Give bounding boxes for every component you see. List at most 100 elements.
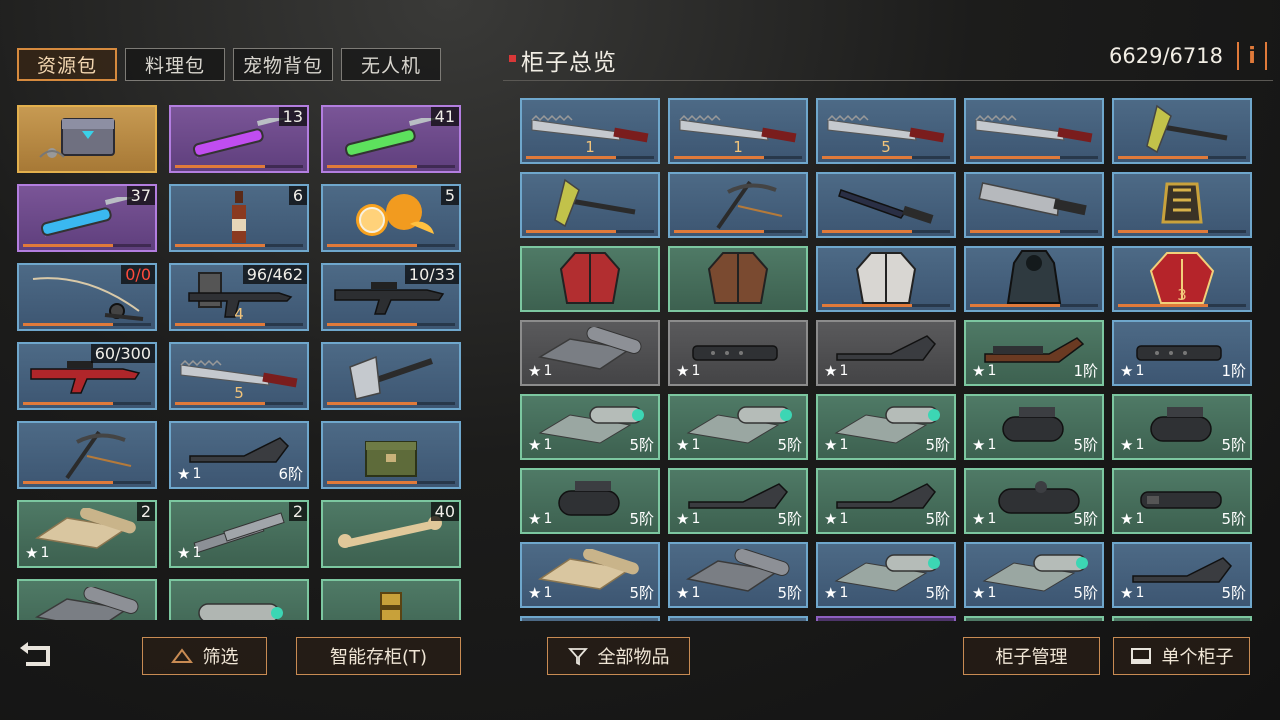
right-item-slot[interactable]: ★ 1 5阶: [1112, 468, 1252, 534]
left-item-slot[interactable]: 5: [169, 342, 309, 410]
right-item-slot[interactable]: ★ 1 5阶: [964, 468, 1104, 534]
left-item-slot[interactable]: 0/0: [17, 263, 157, 331]
star-rating: ★ 1: [972, 436, 996, 454]
left-item-slot[interactable]: 40: [321, 500, 461, 568]
left-item-slot[interactable]: 37: [17, 184, 157, 252]
left-item-slot[interactable]: 5: [321, 184, 461, 252]
right-item-slot[interactable]: ★ 1: [520, 320, 660, 386]
right-item-slot[interactable]: ★ 1 5阶: [816, 542, 956, 608]
right-item-slot[interactable]: [1112, 172, 1252, 238]
star-count: 1: [987, 363, 997, 379]
left-item-slot[interactable]: [17, 421, 157, 489]
right-item-slot[interactable]: ★ 1 5阶: [816, 394, 956, 460]
tab-food-pack[interactable]: 料理包: [125, 48, 225, 81]
right-item-slot[interactable]: [668, 172, 808, 238]
right-item-slot[interactable]: [816, 172, 956, 238]
right-item-slot[interactable]: 1: [520, 98, 660, 164]
durability-bar: [23, 323, 151, 326]
right-item-slot[interactable]: ★ 1 5阶: [668, 394, 808, 460]
right-item-slot[interactable]: [668, 246, 808, 312]
left-item-slot[interactable]: 6: [169, 184, 309, 252]
star-icon: ★: [25, 544, 39, 562]
right-item-slot[interactable]: ★ 1: [668, 320, 808, 386]
right-item-slot[interactable]: ★ 1 5阶: [668, 468, 808, 534]
supply-chest-icon: [32, 109, 142, 167]
backpack-item-grid: 13 41 37 6 5 0/0 96/462 4 10/33 60/300 5 ★ 1 6阶 2 ★ 1 2 ★ 1…: [17, 105, 461, 620]
right-item-slot[interactable]: [1112, 616, 1252, 621]
right-item-slot[interactable]: ★ 1 5阶: [1112, 542, 1252, 608]
filter-triangle-icon: [170, 648, 193, 663]
star-count: 1: [1135, 437, 1145, 453]
left-item-slot[interactable]: ★ 1 6阶: [169, 421, 309, 489]
star-icon: ★: [824, 436, 838, 454]
right-item-slot[interactable]: ★ 1 5阶: [1112, 394, 1252, 460]
left-item-slot[interactable]: [321, 342, 461, 410]
item-tier: 5阶: [1073, 510, 1098, 528]
star-rating: ★ 1: [1120, 436, 1144, 454]
left-item-slot[interactable]: 2 ★ 1: [169, 500, 309, 568]
tab-drone[interactable]: 无人机: [341, 48, 441, 81]
right-item-slot[interactable]: [1112, 98, 1252, 164]
tab-resource-pack[interactable]: 资源包: [17, 48, 117, 81]
cabinet-manage-button[interactable]: 柜子管理: [963, 637, 1100, 675]
right-item-slot[interactable]: [816, 246, 956, 312]
durability-bar: [970, 230, 1098, 233]
tab-pet-backpack[interactable]: 宠物背包: [233, 48, 333, 81]
filter-button[interactable]: 筛选: [142, 637, 267, 675]
left-item-slot[interactable]: 60/300: [17, 342, 157, 410]
right-item-slot[interactable]: [964, 98, 1104, 164]
left-item-slot[interactable]: [321, 579, 461, 620]
left-item-slot[interactable]: 41: [321, 105, 461, 173]
right-item-slot[interactable]: ★ 1 5阶: [520, 468, 660, 534]
right-item-slot[interactable]: ★ 1 5阶: [520, 542, 660, 608]
back-button[interactable]: [18, 642, 54, 670]
right-item-slot[interactable]: [964, 246, 1104, 312]
star-rating: ★ 1: [528, 362, 552, 380]
right-item-slot[interactable]: [520, 172, 660, 238]
single-cabinet-button[interactable]: 单个柜子: [1113, 637, 1250, 675]
right-item-slot[interactable]: 5: [816, 98, 956, 164]
right-item-slot[interactable]: [520, 246, 660, 312]
right-item-slot[interactable]: ★ 1 5阶: [964, 394, 1104, 460]
item-tier: 5阶: [629, 510, 654, 528]
left-item-slot[interactable]: [169, 579, 309, 620]
smart-store-label: 智能存柜(T): [329, 647, 428, 668]
item-count: 60/300: [90, 344, 155, 363]
smart-store-button[interactable]: 智能存柜(T): [296, 637, 461, 675]
left-item-slot[interactable]: 96/462 4: [169, 263, 309, 331]
right-item-slot[interactable]: ★ 1 5阶: [816, 468, 956, 534]
all-items-label: 全部物品: [597, 647, 670, 668]
right-item-slot[interactable]: [520, 616, 660, 621]
right-item-slot[interactable]: [668, 616, 808, 621]
durability-bar: [526, 156, 654, 159]
star-rating: ★ 1: [1120, 584, 1144, 602]
right-item-slot[interactable]: ★ 1 5阶: [520, 394, 660, 460]
left-item-slot[interactable]: 13: [169, 105, 309, 173]
left-item-slot[interactable]: 10/33: [321, 263, 461, 331]
right-item-slot[interactable]: ★ 1 5阶: [964, 542, 1104, 608]
pickaxe-icon: [688, 176, 788, 232]
left-item-slot[interactable]: 2 ★ 1: [17, 500, 157, 568]
right-item-slot[interactable]: [964, 616, 1104, 621]
right-item-slot[interactable]: ★ 1 5阶: [668, 542, 808, 608]
star-rating: ★ 1: [824, 510, 848, 528]
left-item-slot[interactable]: [17, 105, 157, 173]
right-item-slot[interactable]: ★ 1 1阶: [1112, 320, 1252, 386]
star-count: 1: [839, 585, 849, 601]
right-item-slot[interactable]: ★ 1: [816, 320, 956, 386]
left-item-slot[interactable]: [17, 579, 157, 620]
star-rating: ★ 1: [972, 510, 996, 528]
star-count: 1: [543, 585, 553, 601]
right-item-slot[interactable]: 1: [668, 98, 808, 164]
chainsaw-icon: [974, 181, 1094, 226]
all-items-button[interactable]: 全部物品: [547, 637, 690, 675]
star-icon: ★: [676, 436, 690, 454]
right-item-slot[interactable]: [816, 616, 956, 621]
info-button[interactable]: i: [1237, 42, 1267, 70]
filter-label: 筛选: [202, 647, 239, 668]
star-icon: ★: [528, 510, 542, 528]
right-item-slot[interactable]: [964, 172, 1104, 238]
right-item-slot[interactable]: ★ 1 1阶: [964, 320, 1104, 386]
right-item-slot[interactable]: 3: [1112, 246, 1252, 312]
left-item-slot[interactable]: [321, 421, 461, 489]
